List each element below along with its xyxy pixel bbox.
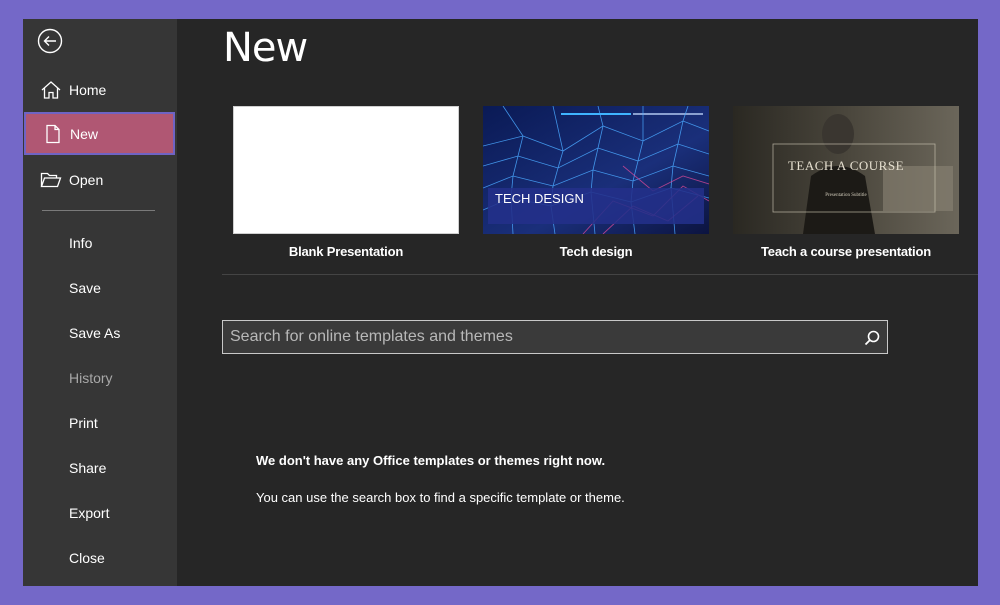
page-title: New [223, 25, 308, 71]
nav-home-label: Home [69, 82, 107, 98]
nav-info[interactable]: Info [69, 235, 92, 251]
nav-new-label: New [70, 126, 99, 142]
nav-new[interactable]: New [24, 112, 175, 155]
open-folder-icon [40, 172, 62, 188]
sidebar-divider [42, 210, 155, 211]
nav-print[interactable]: Print [69, 415, 98, 431]
nav-export[interactable]: Export [69, 505, 109, 521]
backstage-window: Home New Open Info Save Save As History … [23, 19, 978, 586]
template-thumbnail[interactable] [233, 106, 459, 234]
teach-course-thumb-title: TEACH A COURSE [788, 158, 904, 173]
tech-design-image: TECH DESIGN [483, 106, 709, 234]
template-teach-a-course[interactable]: TEACH A COURSE Presentation Subtitle Tea… [733, 106, 959, 259]
template-name: Blank Presentation [288, 244, 404, 259]
nav-home[interactable]: Home [23, 68, 177, 113]
template-tech-design[interactable]: TECH DESIGN Tech design [483, 106, 709, 259]
template-blank-presentation[interactable]: Blank Presentation [233, 106, 459, 259]
nav-share[interactable]: Share [69, 460, 106, 476]
nav-save[interactable]: Save [69, 280, 101, 296]
back-arrow-icon[interactable] [37, 28, 63, 54]
backstage-sidebar: Home New Open Info Save Save As History … [23, 19, 177, 586]
tech-design-thumb-title: TECH DESIGN [495, 191, 584, 206]
search-hint-message: You can use the search box to find a spe… [256, 490, 625, 505]
template-thumbnail[interactable]: TEACH A COURSE Presentation Subtitle [733, 106, 959, 234]
nav-close[interactable]: Close [69, 550, 105, 566]
no-templates-message: We don't have any Office templates or th… [256, 453, 606, 468]
template-name: Teach a course presentation [761, 244, 931, 259]
nav-open-label: Open [69, 172, 104, 188]
nav-history[interactable]: History [69, 370, 113, 386]
teach-course-thumb-subtitle: Presentation Subtitle [825, 193, 867, 198]
template-thumbnail[interactable]: TECH DESIGN [483, 106, 709, 234]
search-input[interactable] [223, 321, 860, 353]
template-name: Tech design [559, 244, 633, 259]
search-icon[interactable] [863, 329, 881, 347]
teach-a-course-image: TEACH A COURSE Presentation Subtitle [733, 106, 959, 234]
home-icon [41, 81, 61, 99]
new-document-icon [46, 124, 60, 144]
nav-save-as[interactable]: Save As [69, 325, 120, 341]
templates-separator [222, 274, 978, 275]
nav-open[interactable]: Open [23, 158, 177, 203]
template-search-box[interactable] [222, 320, 888, 354]
